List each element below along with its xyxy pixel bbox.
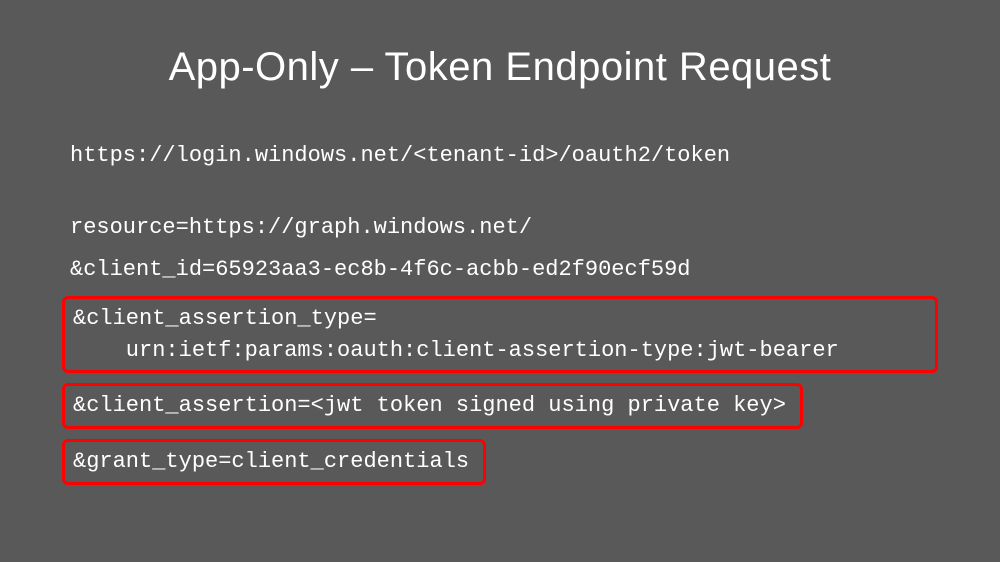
param-client-assertion-type-value: urn:ietf:params:oauth:client-assertion-t… [73, 335, 927, 367]
highlight-box-client-assertion: &client_assertion=<jwt token signed usin… [62, 383, 803, 429]
param-grant-type: &grant_type=client_credentials [73, 446, 469, 478]
endpoint-url: https://login.windows.net/<tenant-id>/oa… [70, 140, 930, 172]
slide-title: App-Only – Token Endpoint Request [70, 45, 930, 90]
highlight-box-client-assertion-type: &client_assertion_type= urn:ietf:params:… [62, 296, 938, 374]
param-client-id: &client_id=65923aa3-ec8b-4f6c-acbb-ed2f9… [70, 254, 930, 286]
param-client-assertion-type-label: &client_assertion_type= [73, 303, 927, 335]
code-content: https://login.windows.net/<tenant-id>/oa… [70, 140, 930, 495]
slide-container: App-Only – Token Endpoint Request https:… [0, 0, 1000, 562]
param-resource: resource=https://graph.windows.net/ [70, 212, 930, 244]
highlight-box-grant-type: &grant_type=client_credentials [62, 439, 486, 485]
param-client-assertion: &client_assertion=<jwt token signed usin… [73, 390, 786, 422]
